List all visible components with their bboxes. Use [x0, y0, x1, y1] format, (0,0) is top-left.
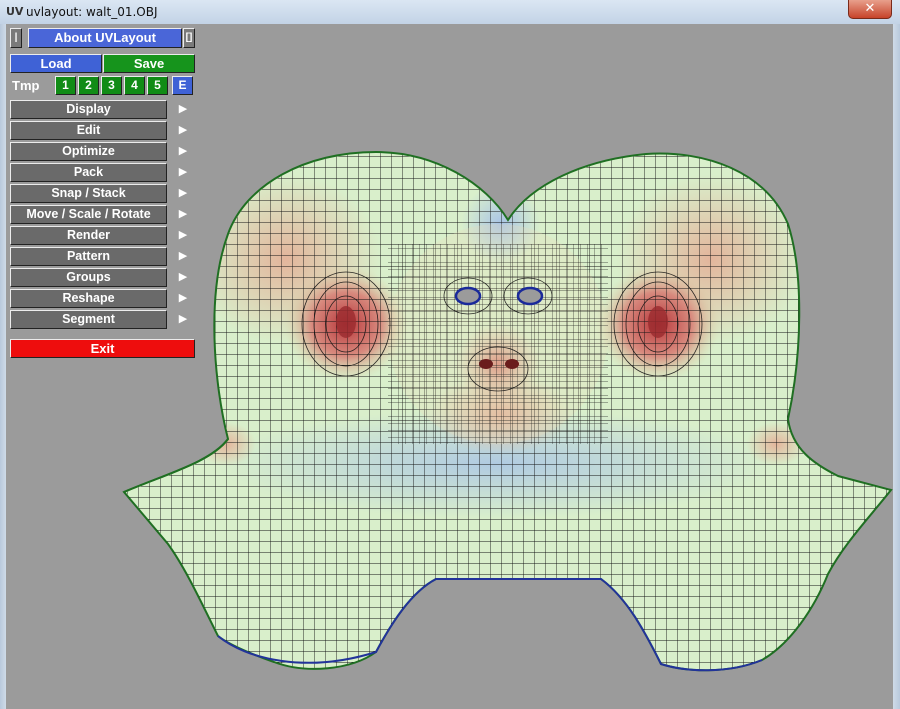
window-frame-right — [893, 24, 900, 709]
menu-snap-stack-button[interactable]: Snap / Stack — [10, 184, 167, 203]
tmp-slot-4[interactable]: 4 — [124, 76, 145, 95]
uv-app-icon: UV — [6, 5, 24, 18]
menu-edit-button[interactable]: Edit — [10, 121, 167, 140]
title-bar[interactable]: UV uvlayout: walt_01.OBJ ✕ — [0, 0, 900, 25]
tmp-slot-5[interactable]: 5 — [147, 76, 168, 95]
panel-pin-right[interactable]: [] — [183, 28, 195, 48]
close-button[interactable]: ✕ — [848, 0, 892, 19]
tmp-label: Tmp — [12, 78, 40, 93]
expand-arrow-icon[interactable]: ▶ — [177, 163, 189, 182]
menu-reshape-button[interactable]: Reshape — [10, 289, 167, 308]
menu-segment-button[interactable]: Segment — [10, 310, 167, 329]
expand-arrow-icon[interactable]: ▶ — [177, 205, 189, 224]
menu-pattern-button[interactable]: Pattern — [10, 247, 167, 266]
exit-button[interactable]: Exit — [10, 339, 195, 358]
menu-display-button[interactable]: Display — [10, 100, 167, 119]
tmp-slot-2[interactable]: 2 — [78, 76, 99, 95]
menu-optimize-button[interactable]: Optimize — [10, 142, 167, 161]
right-eye-hole — [516, 286, 544, 306]
uvlayout-window: UV uvlayout: walt_01.OBJ ✕ | About UVLay… — [0, 0, 900, 709]
window-title: uvlayout: walt_01.OBJ — [26, 5, 158, 19]
tmp-slot-1[interactable]: 1 — [55, 76, 76, 95]
expand-arrow-icon[interactable]: ▶ — [177, 247, 189, 266]
load-button[interactable]: Load — [10, 54, 102, 73]
tmp-slot-e[interactable]: E — [172, 76, 193, 95]
about-uvlayout-button[interactable]: About UVLayout — [28, 28, 182, 48]
expand-arrow-icon[interactable]: ▶ — [177, 121, 189, 140]
expand-arrow-icon[interactable]: ▶ — [177, 289, 189, 308]
expand-arrow-icon[interactable]: ▶ — [177, 100, 189, 119]
menu-render-button[interactable]: Render — [10, 226, 167, 245]
expand-arrow-icon[interactable]: ▶ — [177, 268, 189, 287]
expand-arrow-icon[interactable]: ▶ — [177, 226, 189, 245]
menu-move-scale-rotate-button[interactable]: Move / Scale / Rotate — [10, 205, 167, 224]
tmp-slot-3[interactable]: 3 — [101, 76, 122, 95]
save-button[interactable]: Save — [103, 54, 195, 73]
expand-arrow-icon[interactable]: ▶ — [177, 142, 189, 161]
expand-arrow-icon[interactable]: ▶ — [177, 310, 189, 329]
expand-arrow-icon[interactable]: ▶ — [177, 184, 189, 203]
left-eye-hole — [454, 286, 482, 306]
panel-pin-left[interactable]: | — [10, 28, 22, 48]
menu-groups-button[interactable]: Groups — [10, 268, 167, 287]
menu-pack-button[interactable]: Pack — [10, 163, 167, 182]
